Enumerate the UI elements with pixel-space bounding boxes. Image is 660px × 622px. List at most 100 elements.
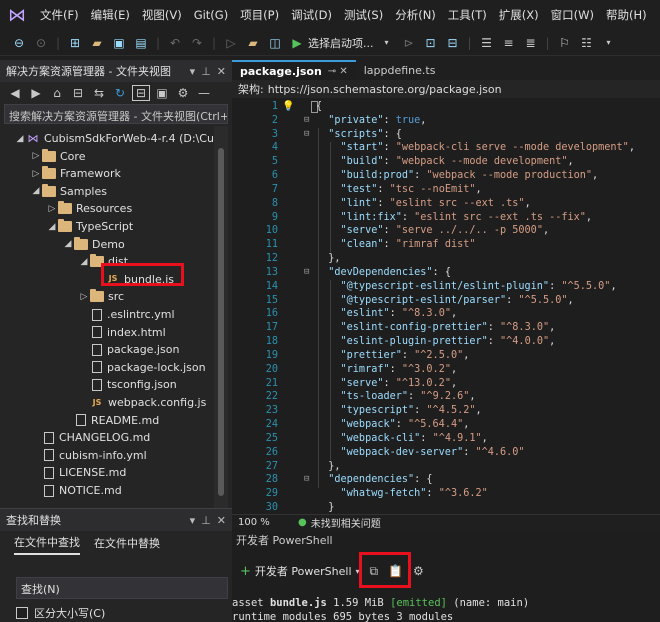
menu-item[interactable]: Git(G)	[188, 0, 235, 30]
menu-item[interactable]: 工具(T)	[442, 0, 493, 30]
menu-item[interactable]: 扩展(X)	[493, 0, 545, 30]
tree-item[interactable]: ▷ Framework	[30, 165, 121, 182]
tree-item[interactable]: ◢ Demo	[62, 236, 125, 253]
match-case-option[interactable]: 区分大小写(C)	[16, 605, 105, 621]
chevron-down-icon[interactable]: ▾	[379, 38, 395, 47]
comment-icon[interactable]: ≡	[501, 36, 517, 50]
zoom-level[interactable]: 100 %	[232, 517, 298, 528]
hot-reload-icon[interactable]: ⊳	[401, 36, 417, 50]
tree-item[interactable]: NOTICE.md	[30, 482, 122, 499]
tab-close-icon[interactable]: ⊸ ✕	[328, 66, 348, 77]
tree-item[interactable]: tsconfig.json	[78, 376, 177, 393]
tree-item[interactable]: ▷ Resources	[46, 200, 132, 217]
preview-icon[interactable]: —	[195, 85, 213, 101]
bookmark-list-icon[interactable]: ☷	[579, 36, 595, 50]
step-icon[interactable]: ▷	[223, 36, 239, 50]
tab-find-in-files[interactable]: 在文件中查找	[14, 534, 80, 555]
schema-url[interactable]: https://json.schemastore.org/package.jso…	[268, 83, 502, 96]
tree-item[interactable]: ◢ Samples	[30, 183, 107, 200]
menu-item[interactable]: 帮助(H)	[600, 0, 653, 30]
save-icon[interactable]: ▣	[111, 36, 127, 50]
pin-icon[interactable]: ⊥	[201, 65, 211, 78]
tree-item[interactable]: README.md	[62, 412, 159, 429]
forward-icon[interactable]: ⊙	[33, 36, 49, 50]
chevron-right-icon[interactable]: ▷	[30, 169, 42, 179]
bookmark-icon[interactable]: ⚐	[557, 36, 573, 50]
editor-tab[interactable]: package.json ⊸ ✕	[232, 60, 356, 80]
menu-item[interactable]: 分析(N)	[389, 0, 442, 30]
chevron-right-icon[interactable]: ▷	[78, 292, 90, 302]
redo-icon[interactable]: ↷	[189, 36, 205, 50]
menu-item[interactable]: 文件(F)	[34, 0, 85, 30]
attach-icon[interactable]: ⊡	[423, 36, 439, 50]
solution-explorer-scrollbar[interactable]	[214, 126, 228, 508]
fold-collapse-icon[interactable]: ⊟	[304, 473, 309, 487]
tree-item[interactable]: .eslintrc.yml	[78, 306, 175, 323]
pending-changes-icon[interactable]: ⇆	[90, 85, 108, 101]
tree-item[interactable]: CHANGELOG.md	[30, 429, 150, 446]
close-icon[interactable]: ✕	[217, 514, 226, 527]
home-icon[interactable]: ⌂	[48, 85, 66, 101]
code-area[interactable]: 💡 1{2 ⊟ "private": true, 3 ⊟ "scripts": {4 …	[232, 100, 660, 514]
switch-views-icon[interactable]: ⊟	[69, 85, 87, 101]
start-debugging-icon[interactable]: ▶	[289, 36, 305, 50]
chevron-down-icon[interactable]: ▾	[601, 38, 617, 47]
tree-item[interactable]: package-lock.json	[78, 359, 206, 376]
tree-item[interactable]: ◢⋈ CubismSdkForWeb-4-r.4 (D:\Cubism	[14, 130, 214, 147]
chevron-down-icon[interactable]: ▾	[190, 65, 196, 78]
tab-replace-in-files[interactable]: 在文件中替换	[94, 535, 160, 554]
menu-item[interactable]: 项目(P)	[234, 0, 285, 30]
settings-icon[interactable]: ⚙	[174, 85, 192, 101]
issues-status[interactable]: 未找到相关问题	[311, 515, 381, 530]
new-terminal-button[interactable]: 开发者 PowerShell	[255, 563, 352, 579]
settings-icon[interactable]: ⚙	[413, 564, 424, 578]
tree-item[interactable]: ◢ TypeScript	[46, 218, 133, 235]
menu-item[interactable]: 窗口(W)	[545, 0, 600, 30]
browse-icon[interactable]: ⊟	[445, 36, 461, 50]
menu-item[interactable]: 视图(V)	[136, 0, 188, 30]
open-folder-icon[interactable]: ▰	[89, 36, 105, 50]
scrollbar-thumb[interactable]	[218, 148, 224, 496]
find-input[interactable]: 查找(N)	[16, 577, 228, 599]
undo-icon[interactable]: ↶	[167, 36, 183, 50]
save-all-icon[interactable]: ▤	[133, 36, 149, 50]
new-project-icon[interactable]: ⊞	[67, 36, 83, 50]
tree-item[interactable]: package.json	[78, 341, 179, 358]
plus-icon[interactable]: +	[240, 564, 251, 579]
fold-collapse-icon[interactable]: ⊟	[304, 128, 309, 142]
chevron-down-icon[interactable]: ◢	[46, 222, 58, 232]
back-icon[interactable]: ⊖	[11, 36, 27, 50]
menu-item[interactable]: 编辑(E)	[85, 0, 136, 30]
back-icon[interactable]: ◀	[6, 85, 24, 101]
editor-tab[interactable]: lappdefine.ts	[356, 60, 444, 80]
collapse-all-icon[interactable]: ⊟	[132, 85, 150, 101]
tree-item[interactable]: cubism-info.yml	[30, 447, 147, 464]
solution-explorer-search-input[interactable]: 搜索解决方案资源管理器 - 文件夹视图(Ctrl+;)	[4, 104, 228, 124]
chevron-down-icon[interactable]: ▾	[190, 514, 196, 527]
solution-folder-icon[interactable]: ▰	[245, 36, 261, 50]
terminal-output[interactable]: asset bundle.js 1.59 MiB [emitted] (name…	[232, 596, 660, 622]
chevron-right-icon[interactable]: ▷	[30, 151, 42, 161]
tree-item[interactable]: ▷ src	[78, 288, 124, 305]
menu-item[interactable]: 测试(S)	[338, 0, 389, 30]
startup-item-selector[interactable]: 选择启动项...	[308, 35, 374, 51]
match-case-checkbox[interactable]	[16, 607, 28, 619]
chevron-down-icon[interactable]: ◢	[62, 239, 74, 249]
visual-studio-logo-icon[interactable]: ⋈	[0, 0, 34, 30]
tree-item[interactable]: JS webpack.config.js	[78, 394, 207, 411]
chevron-down-icon[interactable]: ◢	[78, 257, 90, 267]
chevron-down-icon[interactable]: ◢	[30, 186, 42, 196]
tree-item[interactable]: ▷ Core	[30, 148, 85, 165]
clean-icon[interactable]: ◫	[267, 36, 283, 50]
menu-item[interactable]: 调试(D)	[285, 0, 338, 30]
chevron-down-icon[interactable]: ◢	[14, 134, 26, 144]
indent-icon[interactable]: ☰	[479, 36, 495, 50]
pin-icon[interactable]: ⊥	[201, 514, 211, 527]
refresh-icon[interactable]: ↻	[111, 85, 129, 101]
forward-icon[interactable]: ▶	[27, 85, 45, 101]
uncomment-icon[interactable]: ≣	[523, 36, 539, 50]
tree-item[interactable]: LICENSE.md	[30, 464, 126, 481]
chevron-right-icon[interactable]: ▷	[46, 204, 58, 214]
fold-collapse-icon[interactable]: ⊟	[304, 266, 309, 280]
show-all-files-icon[interactable]: ▣	[153, 85, 171, 101]
